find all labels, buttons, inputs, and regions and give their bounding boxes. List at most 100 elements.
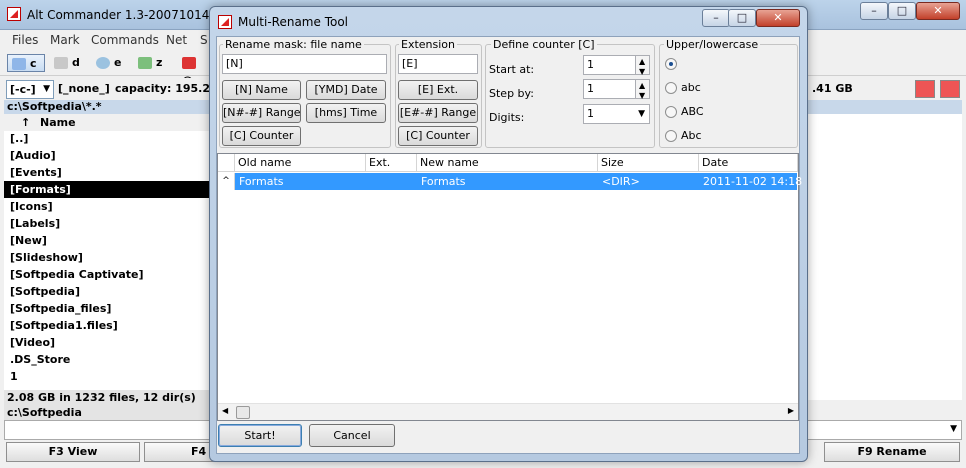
- row-new-name: Formats: [421, 175, 466, 188]
- list-item[interactable]: [New]: [4, 232, 210, 249]
- cd-drive-icon: [96, 57, 110, 69]
- capacity-label: capacity: 195.22: [115, 82, 218, 95]
- drive-e[interactable]: e: [92, 54, 128, 72]
- list-item[interactable]: [Audio]: [4, 147, 210, 164]
- extension-mask-input[interactable]: [E]: [398, 54, 478, 74]
- list-item-selected[interactable]: [Formats]: [4, 181, 210, 198]
- range-placeholder-button[interactable]: [N#-#] Range: [222, 103, 301, 123]
- volume-label: [_none_]: [58, 82, 110, 95]
- row-old-name: Formats: [239, 175, 284, 188]
- tool-icon[interactable]: [915, 80, 935, 98]
- start-button[interactable]: Start!: [218, 424, 302, 447]
- current-path: c:\Softpedia: [4, 405, 210, 420]
- list-item[interactable]: [Softpedia_files]: [4, 300, 210, 317]
- column-old-name[interactable]: Old name: [235, 154, 366, 172]
- scroll-thumb[interactable]: [236, 406, 250, 419]
- dialog-icon: [218, 15, 232, 29]
- right-file-panel: [808, 100, 962, 400]
- menu-files[interactable]: Files: [12, 33, 38, 47]
- date-placeholder-button[interactable]: [YMD] Date: [306, 80, 386, 100]
- ext-range-placeholder-button[interactable]: [E#-#] Range: [398, 103, 478, 123]
- column-size[interactable]: Size: [598, 154, 699, 172]
- horizontal-scrollbar[interactable]: ◀ ▶: [218, 403, 798, 420]
- step-by-stepper[interactable]: 1 ▲ ▼: [583, 79, 650, 100]
- scroll-right-icon[interactable]: ▶: [788, 406, 794, 415]
- case-upper-label[interactable]: ABC: [681, 105, 704, 118]
- rename-mask-input[interactable]: [N]: [222, 54, 387, 74]
- row-indicator-header: [218, 154, 235, 172]
- name-column-header[interactable]: Name: [40, 114, 76, 131]
- case-title-label[interactable]: Abc: [681, 129, 702, 142]
- left-panel-header: ↑ Name: [4, 114, 210, 131]
- f3-view-button[interactable]: F3 View: [6, 442, 140, 462]
- list-item[interactable]: [Slideshow]: [4, 249, 210, 266]
- case-title-radio[interactable]: [665, 130, 677, 142]
- hard-drive-icon: [12, 58, 26, 70]
- row-caret-icon: ^: [218, 173, 235, 190]
- digits-label: Digits:: [489, 111, 525, 124]
- name-placeholder-button[interactable]: [N] Name: [222, 80, 301, 100]
- drive-d[interactable]: d: [50, 54, 86, 72]
- menu-commands[interactable]: Commands: [91, 33, 159, 47]
- digits-select[interactable]: 1 ▼: [583, 104, 650, 124]
- column-date[interactable]: Date: [699, 154, 798, 172]
- list-item[interactable]: [Softpedia1.files]: [4, 317, 210, 334]
- start-at-stepper[interactable]: 1 ▲ ▼: [583, 55, 650, 76]
- drive-at[interactable]: @: [178, 54, 208, 87]
- tool-icon[interactable]: [940, 80, 960, 98]
- list-item[interactable]: [Softpedia Captivate]: [4, 266, 210, 283]
- time-placeholder-button[interactable]: [hms] Time: [306, 103, 386, 123]
- list-item[interactable]: [Icons]: [4, 198, 210, 215]
- counter-placeholder-button[interactable]: [C] Counter: [222, 126, 301, 146]
- column-ext[interactable]: Ext.: [366, 154, 417, 172]
- right-free-space: .41 GB: [812, 82, 853, 95]
- dialog-minimize-icon[interactable]: –: [702, 9, 730, 27]
- drive-combo[interactable]: [-c-] ▼: [6, 80, 54, 99]
- rename-mask-label: Rename mask: file name: [223, 38, 364, 51]
- row-size: <DIR>: [602, 175, 640, 188]
- extension-label: Extension: [399, 38, 458, 51]
- dialog-title: Multi-Rename Tool: [238, 15, 348, 29]
- drive-c[interactable]: c: [7, 54, 45, 72]
- chevron-down-icon[interactable]: ▼: [950, 424, 957, 434]
- network-drive-icon: [138, 57, 152, 69]
- list-item[interactable]: [Events]: [4, 164, 210, 181]
- close-icon[interactable]: ✕: [916, 2, 960, 20]
- minimize-icon[interactable]: –: [860, 2, 888, 20]
- list-item[interactable]: .DS_Store: [4, 351, 210, 368]
- case-label: Upper/lowercase: [664, 38, 761, 51]
- maximize-icon[interactable]: □: [888, 2, 916, 20]
- scroll-left-icon[interactable]: ◀: [222, 406, 228, 415]
- ext-placeholder-button[interactable]: [E] Ext.: [398, 80, 478, 100]
- list-item[interactable]: [Softpedia]: [4, 283, 210, 300]
- menu-net[interactable]: Net: [166, 33, 187, 47]
- sort-arrow-icon[interactable]: ↑: [21, 114, 30, 131]
- drive-z[interactable]: z: [134, 54, 174, 72]
- dialog-close-icon[interactable]: ✕: [756, 9, 800, 27]
- app-icon: [7, 7, 21, 21]
- column-new-name[interactable]: New name: [417, 154, 598, 172]
- list-item[interactable]: 1: [4, 368, 210, 385]
- ext-counter-placeholder-button[interactable]: [C] Counter: [398, 126, 478, 146]
- case-upper-radio[interactable]: [665, 106, 677, 118]
- f9-rename-button[interactable]: F9 Rename: [824, 442, 960, 462]
- start-at-label: Start at:: [489, 63, 535, 76]
- spin-arrows-icon[interactable]: ▲ ▼: [635, 56, 649, 76]
- chevron-down-icon: ▼: [43, 84, 50, 94]
- case-lower-radio[interactable]: [665, 82, 677, 94]
- list-item[interactable]: [..]: [4, 130, 210, 147]
- menu-s[interactable]: S: [200, 33, 208, 47]
- unplug-icon: [182, 57, 196, 69]
- spin-arrows-icon[interactable]: ▲ ▼: [635, 80, 649, 100]
- dialog-maximize-icon[interactable]: □: [728, 9, 756, 27]
- list-item[interactable]: [Video]: [4, 334, 210, 351]
- menu-mark[interactable]: Mark: [50, 33, 80, 47]
- row-ext: [367, 174, 417, 189]
- chevron-down-icon: ▼: [638, 109, 645, 119]
- rename-preview-table: [217, 153, 799, 421]
- list-item[interactable]: [Labels]: [4, 215, 210, 232]
- case-lower-label[interactable]: abc: [681, 81, 701, 94]
- panel-status: 2.08 GB in 1232 files, 12 dir(s): [4, 390, 210, 405]
- cancel-button[interactable]: Cancel: [309, 424, 395, 447]
- case-unchanged-radio[interactable]: [665, 58, 677, 70]
